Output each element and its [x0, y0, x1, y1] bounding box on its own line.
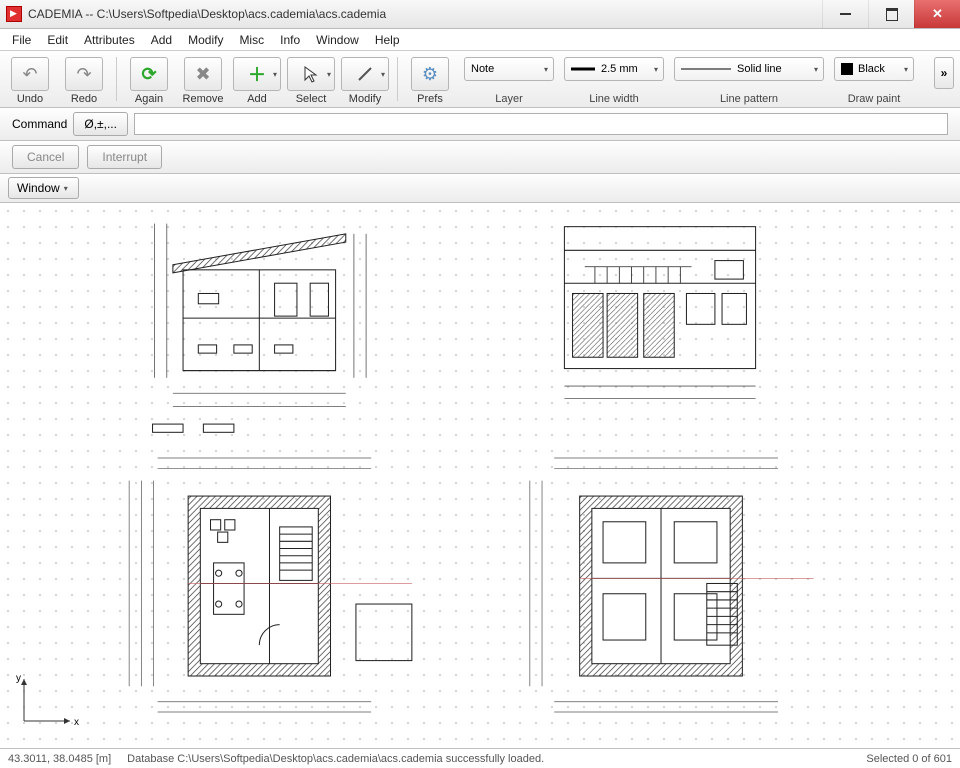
- drawing-canvas[interactable]: x y: [0, 203, 960, 748]
- gear-icon: ⚙: [422, 64, 438, 85]
- undo-button[interactable]: ↶: [11, 57, 49, 91]
- titlebar: CADEMIA -- C:\Users\Softpedia\Desktop\ac…: [0, 0, 960, 29]
- modify-label: Modify: [349, 93, 381, 105]
- color-swatch-icon: [841, 63, 853, 75]
- add-label: Add: [247, 93, 267, 105]
- drawpaint-label: Draw paint: [848, 93, 901, 105]
- menu-help[interactable]: Help: [367, 31, 408, 49]
- menubar: File Edit Attributes Add Modify Misc Inf…: [0, 29, 960, 51]
- toolbar-overflow-button[interactable]: »: [934, 57, 954, 89]
- linepattern-preview-icon: [681, 65, 731, 73]
- redo-icon: ↷: [76, 64, 91, 85]
- cad-drawing: [0, 203, 960, 748]
- linepattern-combo[interactable]: Solid line: [674, 57, 824, 81]
- status-message: Database C:\Users\Softpedia\Desktop\acs.…: [127, 753, 866, 765]
- interrupt-button[interactable]: Interrupt: [87, 145, 162, 169]
- linewidth-preview-icon: [571, 65, 595, 73]
- modify-button[interactable]: [341, 57, 389, 91]
- status-selection: Selected 0 of 601: [866, 753, 952, 765]
- close-button[interactable]: [914, 0, 960, 28]
- menu-file[interactable]: File: [4, 31, 39, 49]
- again-label: Again: [135, 93, 163, 105]
- command-label: Command: [12, 117, 67, 131]
- axis-x-label: x: [74, 717, 79, 728]
- maximize-button[interactable]: [868, 0, 914, 28]
- drawpaint-combo[interactable]: Black: [834, 57, 914, 81]
- minimize-button[interactable]: [822, 0, 868, 28]
- layer-value: Note: [471, 63, 494, 75]
- command-input[interactable]: [134, 113, 948, 135]
- undo-label: Undo: [17, 93, 43, 105]
- menu-info[interactable]: Info: [272, 31, 308, 49]
- again-button[interactable]: ⟳: [130, 57, 168, 91]
- layer-combo[interactable]: Note: [464, 57, 554, 81]
- refresh-icon: ⟳: [141, 64, 156, 85]
- toolbar: ↶ Undo ↷ Redo ⟳ Again ✖ Remove ＋ Add Sel…: [0, 51, 960, 108]
- status-bar: 43.3011, 38.0485 [m] Database C:\Users\S…: [0, 748, 960, 768]
- status-coords: 43.3011, 38.0485 [m]: [8, 753, 111, 765]
- menu-modify[interactable]: Modify: [180, 31, 231, 49]
- linepattern-label: Line pattern: [720, 93, 778, 105]
- menu-add[interactable]: Add: [143, 31, 180, 49]
- select-button[interactable]: [287, 57, 335, 91]
- command-bar: Command Ø,±,...: [0, 108, 960, 141]
- linewidth-label: Line width: [589, 93, 639, 105]
- window-tab-label: Window: [17, 181, 60, 195]
- select-label: Select: [296, 93, 327, 105]
- special-chars-button[interactable]: Ø,±,...: [73, 112, 128, 136]
- prefs-button[interactable]: ⚙: [411, 57, 449, 91]
- tab-bar: Window: [0, 174, 960, 203]
- cancel-button[interactable]: Cancel: [12, 145, 79, 169]
- undo-icon: ↶: [22, 64, 37, 85]
- menu-misc[interactable]: Misc: [231, 31, 272, 49]
- remove-label: Remove: [183, 93, 224, 105]
- remove-icon: ✖: [195, 64, 210, 85]
- linewidth-value: 2.5 mm: [601, 63, 638, 75]
- menu-attributes[interactable]: Attributes: [76, 31, 143, 49]
- cursor-icon: [303, 65, 319, 83]
- menu-window[interactable]: Window: [308, 31, 367, 49]
- layer-label: Layer: [495, 93, 523, 105]
- redo-label: Redo: [71, 93, 97, 105]
- toolbar-separator: [397, 57, 398, 101]
- menu-edit[interactable]: Edit: [39, 31, 76, 49]
- toolbar-separator: [116, 57, 117, 101]
- remove-button[interactable]: ✖: [184, 57, 222, 91]
- axis-indicator: x y: [12, 673, 82, 736]
- action-bar: Cancel Interrupt: [0, 141, 960, 174]
- redo-button[interactable]: ↷: [65, 57, 103, 91]
- drawpaint-value: Black: [858, 63, 885, 75]
- window-tab[interactable]: Window: [8, 177, 79, 199]
- prefs-label: Prefs: [417, 93, 443, 105]
- axis-y-label: y: [16, 673, 21, 684]
- linewidth-combo[interactable]: 2.5 mm: [564, 57, 664, 81]
- pencil-icon: [356, 65, 374, 83]
- add-button[interactable]: ＋: [233, 57, 281, 91]
- linepattern-value: Solid line: [737, 63, 782, 75]
- window-title: CADEMIA -- C:\Users\Softpedia\Desktop\ac…: [28, 7, 386, 21]
- plus-icon: ＋: [248, 61, 266, 87]
- app-icon: [6, 6, 22, 22]
